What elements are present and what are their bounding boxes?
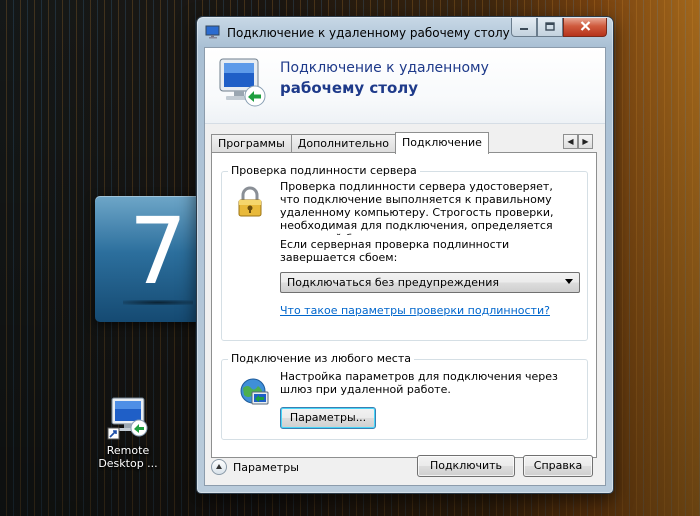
- options-toggle-label: Параметры: [233, 460, 299, 474]
- help-button[interactable]: Справка: [523, 455, 593, 477]
- remote-desktop-icon: [106, 396, 150, 440]
- tab-advanced[interactable]: Дополнительно: [290, 134, 397, 153]
- caption-buttons: [511, 18, 607, 37]
- chevron-down-icon: [565, 279, 573, 284]
- tab-scroll-left-button[interactable]: ◀: [563, 134, 578, 149]
- connect-anywhere-group: Подключение из любого места Настройка па…: [221, 352, 588, 440]
- server-auth-description: Проверка подлинности сервера удостоверяе…: [280, 180, 554, 235]
- tab-scroll-right-button[interactable]: ▶: [578, 134, 593, 149]
- window-client-area: Подключение к удаленному рабочему столу …: [204, 47, 606, 486]
- minimize-button[interactable]: [511, 18, 537, 37]
- auth-failure-dropdown[interactable]: Подключаться без предупреждения: [280, 272, 580, 293]
- title-bar[interactable]: Подключение к удаленному рабочему столу: [197, 17, 613, 47]
- desktop-icon-remote-desktop[interactable]: Remote Desktop ...: [92, 396, 164, 470]
- gateway-settings-button[interactable]: Параметры...: [280, 407, 376, 429]
- maximize-button[interactable]: [537, 18, 563, 37]
- header-banner: Подключение к удаленному рабочему столу: [205, 48, 605, 124]
- maximize-icon: [545, 21, 555, 34]
- minimize-icon: [519, 21, 529, 34]
- connect-anywhere-description: Настройка параметров для подключения чер…: [280, 370, 558, 396]
- connect-button[interactable]: Подключить: [417, 455, 515, 477]
- gateway-icon: [238, 376, 270, 408]
- tab-scroll-buttons: ◀ ▶: [563, 134, 593, 149]
- connect-anywhere-legend: Подключение из любого места: [228, 352, 414, 365]
- options-toggle[interactable]: Параметры: [211, 459, 299, 475]
- close-button[interactable]: [563, 18, 607, 37]
- server-auth-legend: Проверка подлинности сервера: [228, 164, 420, 177]
- arrow-right-icon: ▶: [582, 137, 589, 146]
- desktop-icon-label: Remote Desktop ...: [98, 444, 158, 470]
- chevron-up-icon: [211, 459, 227, 475]
- remote-desktop-window: Подключение к удаленному рабочему столу: [196, 16, 614, 494]
- banner-title-line2: рабочему столу: [280, 79, 419, 97]
- server-auth-question: Если серверная проверка подлинности заве…: [280, 238, 510, 264]
- tab-connection[interactable]: Подключение: [395, 132, 489, 154]
- dialog-footer: Параметры Подключить Справка: [205, 455, 605, 485]
- server-auth-group: Проверка подлинности сервера Проверка по…: [221, 164, 588, 341]
- window-app-icon[interactable]: [205, 25, 221, 39]
- auth-failure-dropdown-value: Подключаться без предупреждения: [287, 276, 499, 289]
- window-title: Подключение к удаленному рабочему столу: [227, 26, 510, 40]
- close-icon: [580, 20, 591, 35]
- remote-desktop-banner-icon: [217, 56, 267, 110]
- banner-title-line1: Подключение к удаленному: [280, 60, 489, 76]
- tab-panel-connection: Проверка подлинности сервера Проверка по…: [211, 152, 597, 458]
- lock-icon: [234, 186, 266, 218]
- auth-settings-help-link[interactable]: Что такое параметры проверки подлинности…: [280, 304, 550, 317]
- arrow-left-icon: ◀: [567, 137, 574, 146]
- tab-programs[interactable]: Программы: [211, 134, 292, 153]
- tab-strip: Программы Дополнительно Подключение: [211, 132, 489, 154]
